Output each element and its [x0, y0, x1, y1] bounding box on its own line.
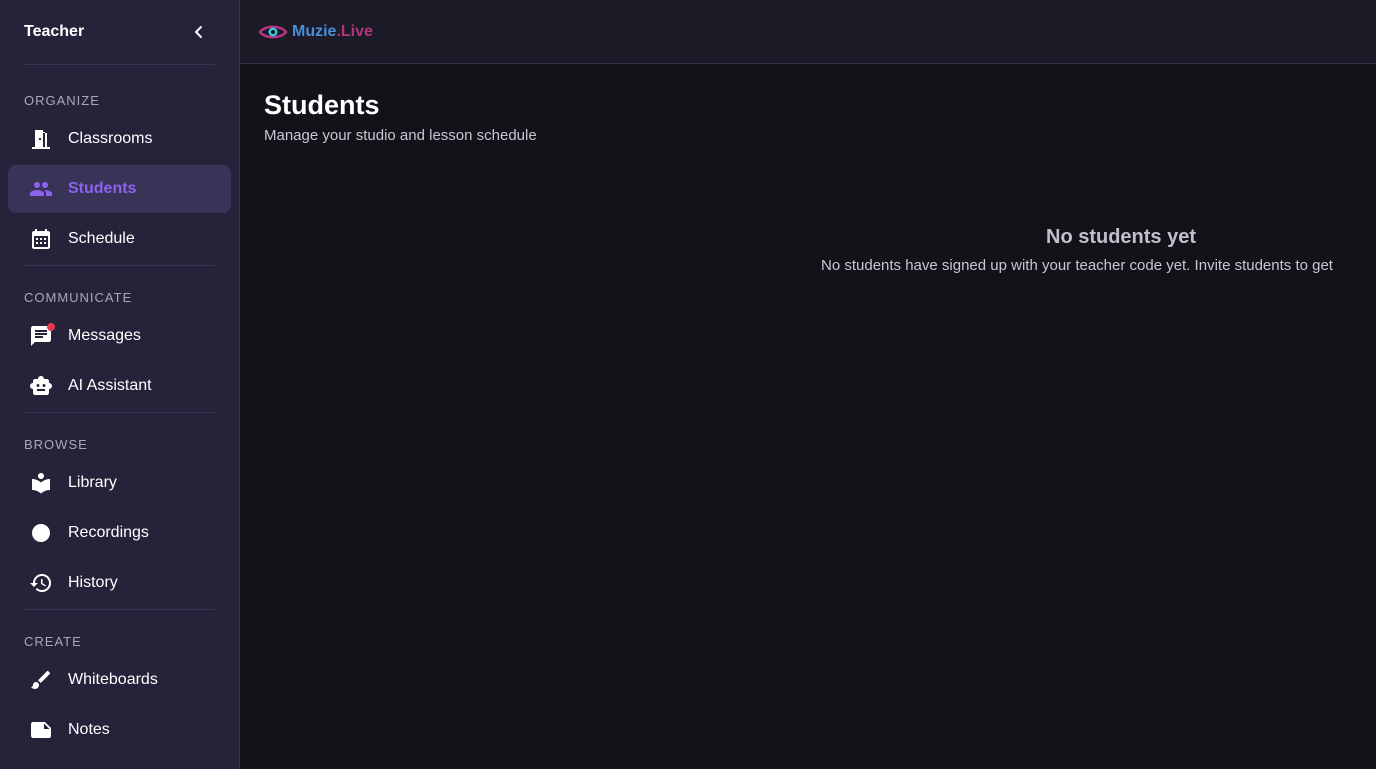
sidebar-item-label: Students: [68, 180, 137, 197]
robot-icon: [28, 373, 54, 399]
sidebar-item-label: Recordings: [68, 524, 149, 541]
sidebar-item-label: Messages: [68, 327, 141, 344]
sidebar-item-whiteboards[interactable]: Whiteboards: [8, 656, 231, 704]
section-label-browse: BROWSE: [24, 437, 88, 452]
page-title: Students: [264, 90, 380, 120]
section-label-communicate: COMMUNICATE: [24, 290, 133, 305]
sidebar-item-label: Notes: [68, 721, 110, 738]
sidebar-header: Teacher: [0, 0, 239, 64]
eye-logo-icon: [258, 25, 288, 38]
book-icon: [28, 470, 54, 496]
chat-icon: [28, 323, 55, 349]
section-label-create: CREATE: [24, 634, 82, 649]
empty-state-description: No students have signed up with your tea…: [821, 257, 1333, 274]
app-root: Teacher ORGANIZE Classrooms Students Sch…: [0, 0, 1376, 769]
brand-name-main: Muzie: [292, 22, 337, 40]
chevron-left-icon: [195, 26, 202, 38]
page-header: Students Manage your studio and lesson s…: [240, 64, 1376, 144]
sidebar-item-notes[interactable]: Notes: [8, 706, 231, 754]
collapse-sidebar-button[interactable]: [187, 20, 211, 44]
sidebar-item-label: Schedule: [68, 230, 135, 247]
brand-name-suffix: .Live: [336, 22, 373, 40]
brand-name: Muzie.Live: [292, 23, 373, 41]
sidebar-item-recordings[interactable]: Recordings: [8, 509, 231, 557]
sidebar: Teacher ORGANIZE Classrooms Students Sch…: [0, 0, 240, 769]
people-icon: [28, 176, 54, 202]
section-label-organize: ORGANIZE: [24, 93, 100, 108]
unread-badge: [47, 323, 55, 331]
note-icon: [28, 717, 54, 743]
sidebar-item-label: Whiteboards: [68, 671, 158, 688]
sidebar-item-label: AI Assistant: [68, 377, 152, 394]
sidebar-item-library[interactable]: Library: [8, 459, 231, 507]
sidebar-item-classrooms[interactable]: Classrooms: [8, 115, 231, 163]
empty-state: No students yet No students have signed …: [821, 226, 1333, 274]
sidebar-item-students[interactable]: Students: [8, 165, 231, 213]
sidebar-item-label: Classrooms: [68, 130, 153, 147]
history-icon: [28, 570, 54, 596]
main-content: Muzie.Live Students Manage your studio a…: [240, 0, 1376, 769]
sidebar-item-ai-assistant[interactable]: AI Assistant: [8, 362, 231, 410]
brand-logo[interactable]: Muzie.Live: [258, 22, 373, 42]
calendar-icon: [28, 226, 54, 252]
record-dot-icon: [28, 520, 54, 546]
sidebar-item-history[interactable]: History: [8, 559, 231, 607]
sidebar-item-label: Library: [68, 474, 117, 491]
top-bar: Muzie.Live: [240, 0, 1376, 64]
page-subtitle: Manage your studio and lesson schedule: [264, 127, 537, 144]
door-icon: [28, 126, 54, 152]
sidebar-item-messages[interactable]: Messages: [8, 312, 231, 360]
sidebar-item-label: History: [68, 574, 118, 591]
brush-icon: [28, 667, 54, 693]
sidebar-item-schedule[interactable]: Schedule: [8, 215, 231, 263]
empty-state-title: No students yet: [1046, 226, 1197, 248]
sidebar-title: Teacher: [24, 23, 85, 40]
